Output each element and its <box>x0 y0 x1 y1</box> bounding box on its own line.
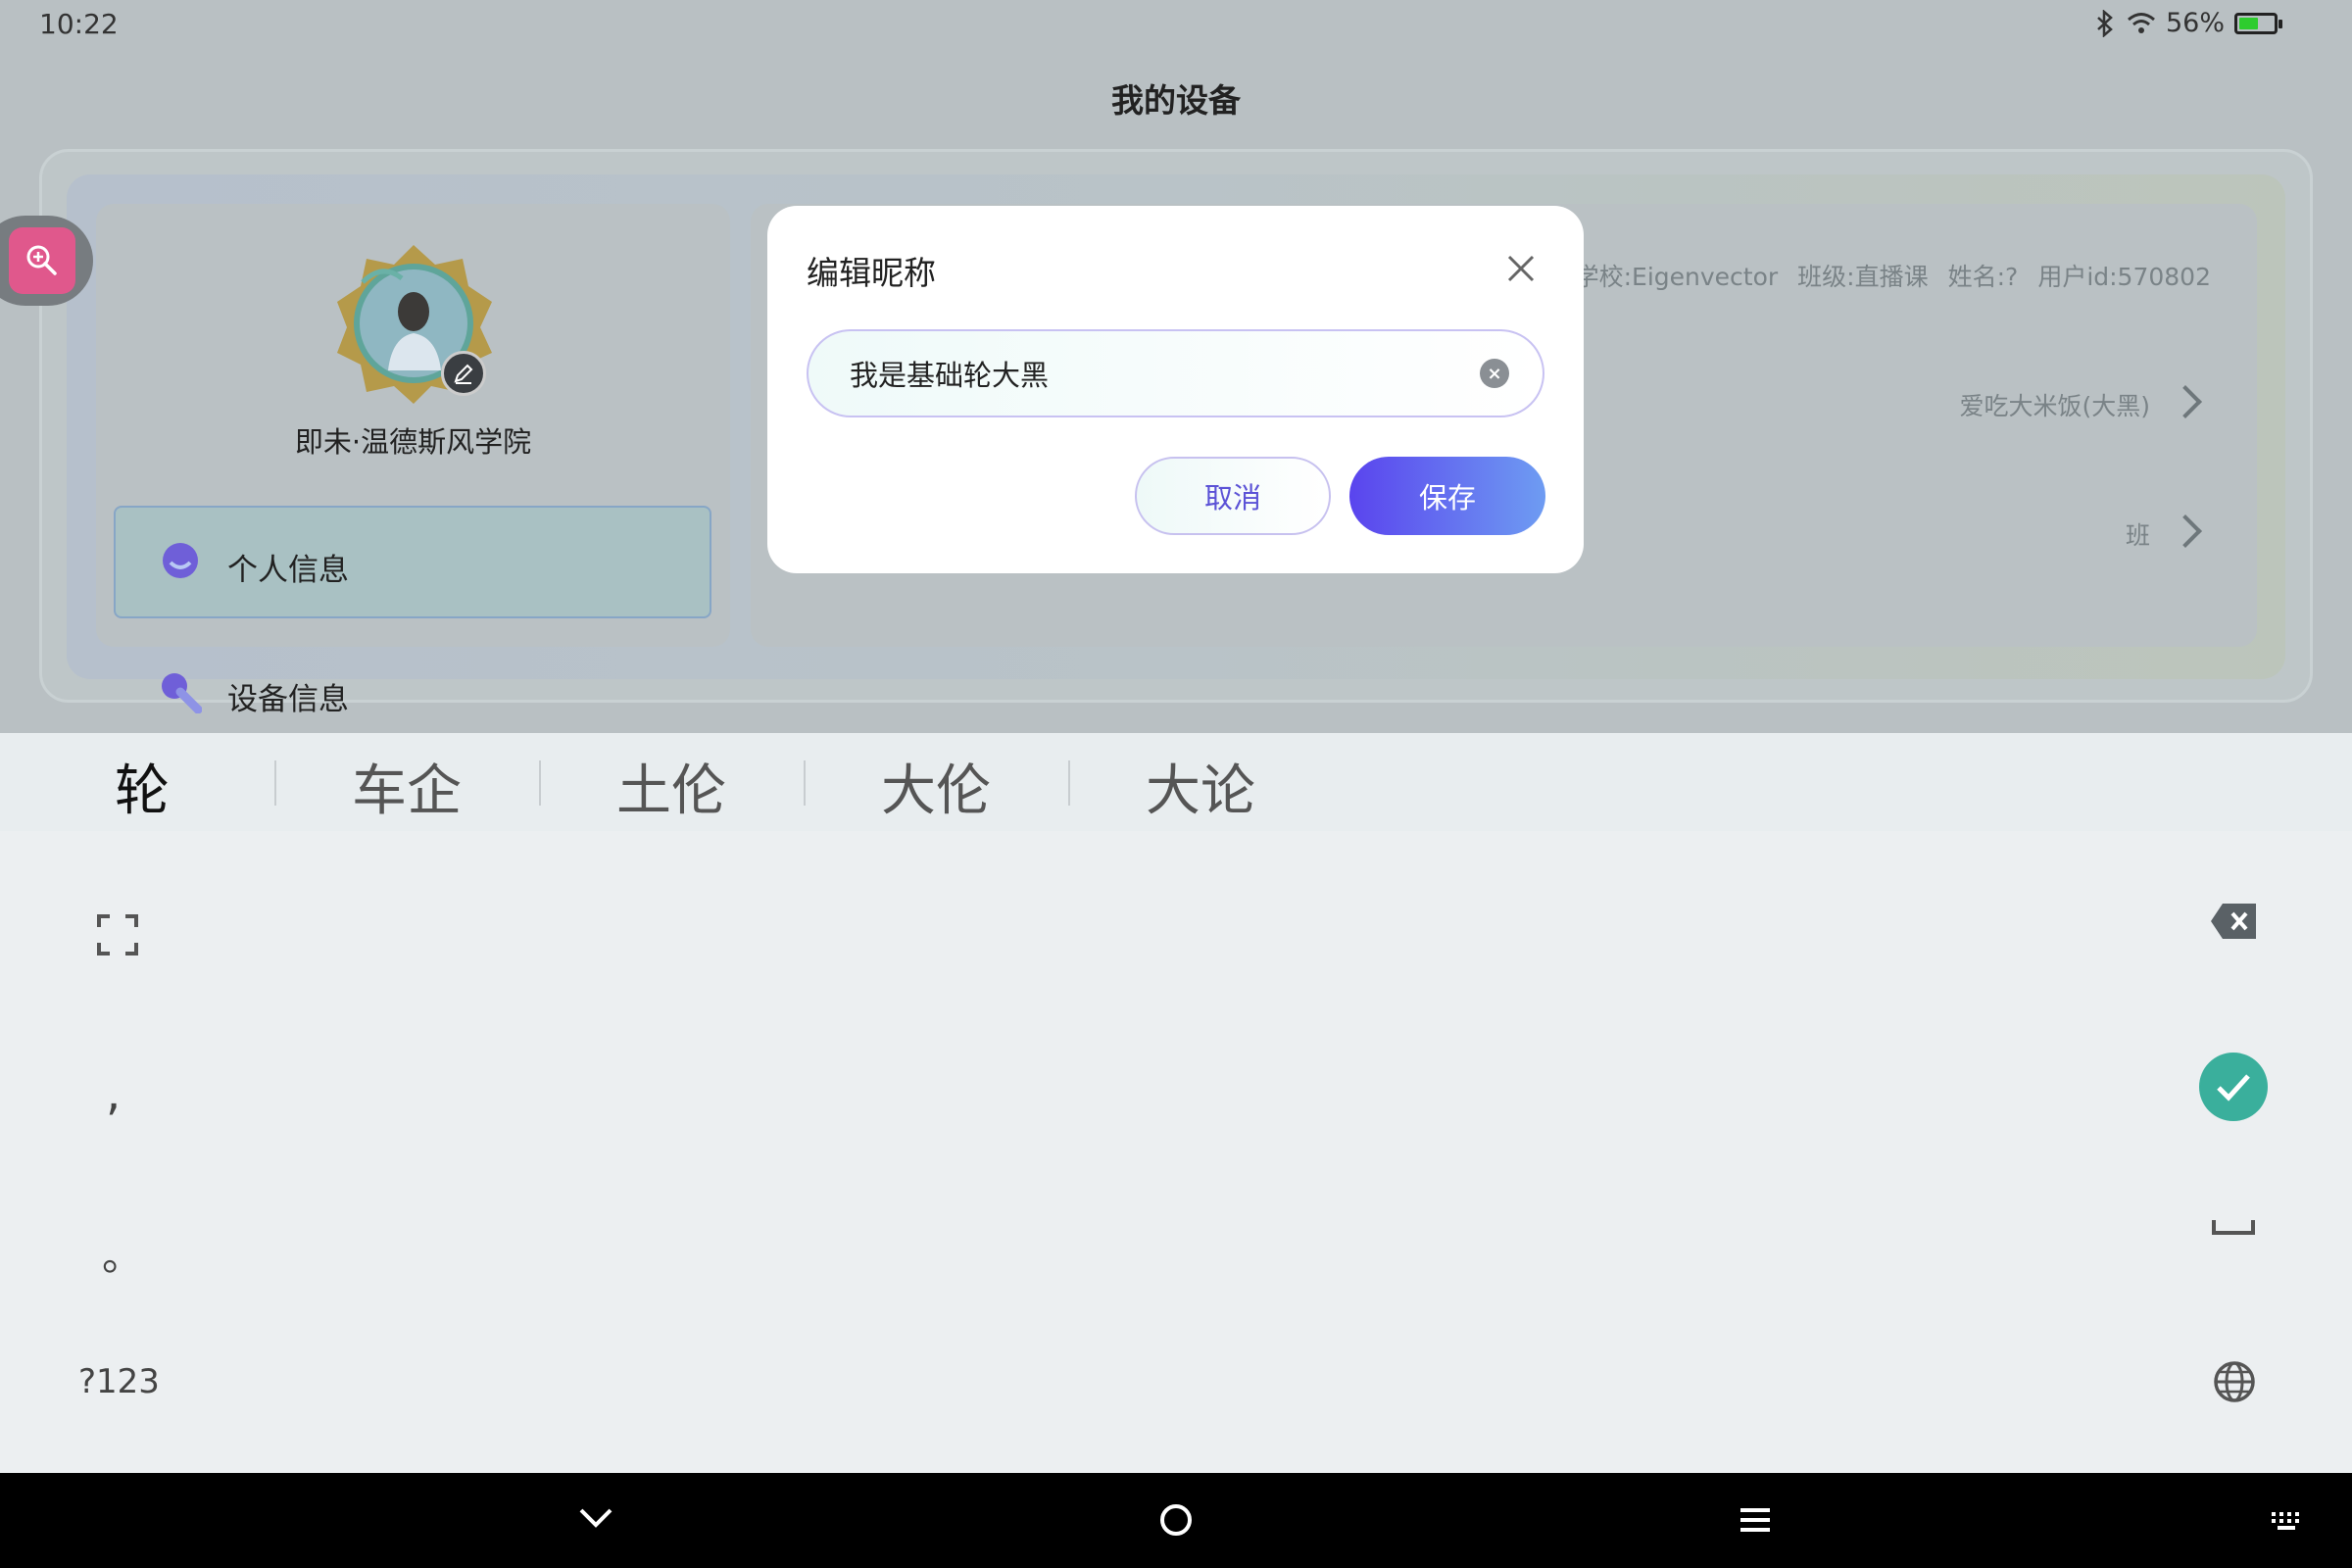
school-name: 即未·温德斯风学院 <box>294 425 532 459</box>
nickname-input[interactable] <box>807 329 1544 417</box>
status-time: 10:22 <box>39 8 119 40</box>
battery-fill <box>2239 17 2259 29</box>
menu-label-device-info[interactable]: 设备信息 <box>227 674 349 718</box>
battery-percent: 56% <box>2165 8 2225 38</box>
wifi-icon <box>2128 12 2155 33</box>
info-name: 姓名:? <box>1947 263 2019 291</box>
candidate-item[interactable]: 大论 <box>1068 747 1333 826</box>
page-title: 我的设备 <box>1111 81 1241 120</box>
navigation-bar <box>0 1473 2352 1568</box>
enter-icon[interactable] <box>2199 1053 2268 1121</box>
home-icon[interactable] <box>1158 1502 1194 1538</box>
nickname-value[interactable]: 爱吃大米饭(大黑) <box>1959 387 2150 422</box>
menu-icon[interactable] <box>1739 1506 1772 1534</box>
symbols-key[interactable]: ?123 <box>78 1362 160 1401</box>
backspace-icon[interactable] <box>2209 902 2258 941</box>
edit-nickname-dialog: 编辑昵称 × 取消 保存 <box>767 206 1584 573</box>
cancel-button[interactable]: 取消 <box>1135 457 1331 535</box>
profile-icon <box>163 543 198 578</box>
bluetooth-icon <box>2097 9 2113 37</box>
globe-icon[interactable] <box>2213 1360 2256 1403</box>
info-user-id: 用户id:570802 <box>2037 263 2211 291</box>
status-icons: 56% <box>2093 8 2282 38</box>
ime-keyboard: , 。 ?123 <box>0 831 2352 1473</box>
space-icon[interactable] <box>2211 1217 2256 1237</box>
keyboard-icon[interactable] <box>2270 1510 2303 1532</box>
dialog-title: 编辑昵称 <box>807 254 936 292</box>
comma-key[interactable]: , <box>106 1066 121 1121</box>
period-key[interactable]: 。 <box>102 1223 143 1283</box>
wrench-icon <box>162 673 202 713</box>
battery-icon <box>2234 12 2282 34</box>
candidate-item[interactable]: 大伦 <box>804 747 1068 826</box>
ime-candidate-bar: 轮 车企 土伦 大伦 大论 <box>0 733 2352 831</box>
save-button[interactable]: 保存 <box>1349 457 1545 535</box>
clear-input-icon[interactable]: × <box>1480 359 1509 388</box>
candidate-item[interactable]: 土伦 <box>539 747 804 826</box>
menu-label-personal-info: 个人信息 <box>227 553 349 588</box>
candidate-item[interactable]: 车企 <box>274 747 539 826</box>
candidate-item[interactable]: 轮 <box>10 747 274 826</box>
info-class: 班级:直播课 <box>1797 263 1929 291</box>
status-bar: 10:22 56% <box>0 0 2352 49</box>
zoom-in-icon <box>26 245 57 275</box>
menu-item-personal-info[interactable] <box>114 506 711 618</box>
user-info-line: 学校:Eigenvector 班级:直播课 姓名:? 用户id:570802 <box>1575 258 2211 293</box>
fullscreen-icon[interactable] <box>96 913 139 956</box>
zoom-button-face <box>9 227 75 294</box>
class-value[interactable]: 班 <box>2126 516 2150 552</box>
pencil-icon <box>454 364 473 384</box>
info-school: 学校:Eigenvector <box>1574 263 1779 291</box>
avatar-edit-button[interactable] <box>441 351 486 396</box>
chevron-down-icon[interactable] <box>578 1506 613 1530</box>
close-icon[interactable] <box>1501 249 1541 288</box>
zoom-button[interactable] <box>0 216 93 306</box>
